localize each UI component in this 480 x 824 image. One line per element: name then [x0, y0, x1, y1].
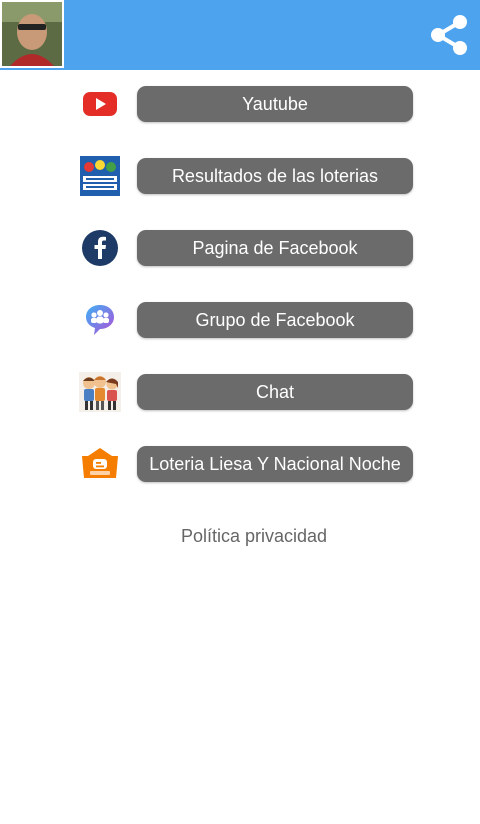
share-icon [431, 15, 467, 55]
menu-row-resultados: Resultados de las loterias [0, 156, 480, 196]
chat-button[interactable]: Chat [137, 374, 413, 410]
privacy-policy-link[interactable]: Política privacidad [0, 526, 480, 547]
loteria-noche-button[interactable]: Loteria Liesa Y Nacional Noche [137, 446, 413, 482]
facebook-page-button[interactable]: Pagina de Facebook [137, 230, 413, 266]
menu-row-facebook-page: Pagina de Facebook [0, 228, 480, 268]
facebook-icon[interactable] [79, 228, 121, 268]
app-bar [0, 0, 480, 70]
youtube-button[interactable]: Yautube [137, 86, 413, 122]
profile-photo-icon [2, 2, 62, 66]
loteria-dominicana-icon[interactable] [79, 156, 121, 196]
resultados-loterias-button[interactable]: Resultados de las loterias [137, 158, 413, 194]
youtube-icon[interactable] [79, 84, 121, 124]
share-button[interactable] [426, 12, 472, 58]
menu-row-chat: Chat [0, 372, 480, 412]
facebook-group-icon[interactable] [79, 300, 121, 340]
avatar[interactable] [0, 0, 64, 68]
chat-people-icon[interactable] [79, 372, 121, 412]
facebook-group-button[interactable]: Grupo de Facebook [137, 302, 413, 338]
menu-row-loteria-noche: Loteria Liesa Y Nacional Noche [0, 444, 480, 484]
menu-row-facebook-group: Grupo de Facebook [0, 300, 480, 340]
blogger-icon[interactable] [79, 444, 121, 484]
menu-row-youtube: Yautube [0, 84, 480, 124]
